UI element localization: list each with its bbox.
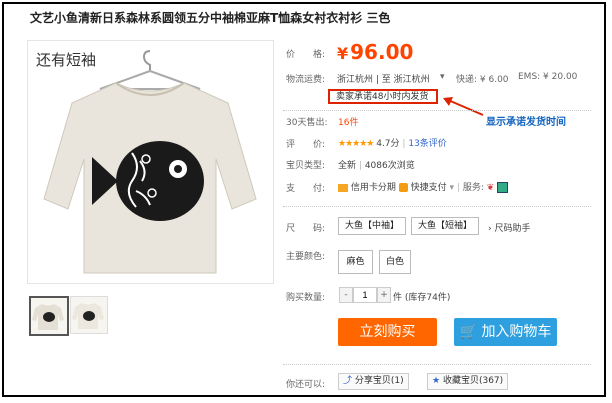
size-helper-label: 尺码助手 bbox=[494, 224, 531, 234]
payment-label: 支 付: bbox=[286, 184, 326, 194]
product-main-image[interactable]: 还有短袖 bbox=[27, 40, 274, 284]
price-value: 96.00 bbox=[350, 40, 414, 64]
add-to-cart-button[interactable]: 🛒 加入购物车 bbox=[454, 318, 557, 346]
rating-reviews-link[interactable]: 13条评价 bbox=[408, 139, 446, 149]
payment-methods: 信用卡分期 快捷支付 ▾ | 服务: ❦ bbox=[338, 180, 509, 193]
size-option-short-sleeve[interactable]: 大鱼【短袖】 bbox=[411, 217, 479, 235]
payment-more-icon[interactable]: ▾ bbox=[450, 183, 455, 193]
quantity-increase-button[interactable]: + bbox=[377, 287, 391, 303]
quantity-label: 购买数量: bbox=[286, 293, 326, 303]
annotation-arrow-icon bbox=[443, 97, 484, 116]
cart-icon: 🛒 bbox=[459, 324, 477, 340]
rating-score: 4.7分 bbox=[376, 139, 400, 149]
color-option-white[interactable]: 白色 bbox=[379, 250, 411, 274]
size-label: 尺 码: bbox=[286, 224, 326, 234]
delivery-commitment: 卖家承诺48小时内发货 bbox=[328, 89, 438, 104]
price-label: 价 格: bbox=[286, 50, 326, 60]
quantity-decrease-button[interactable]: - bbox=[339, 287, 353, 303]
sales-value: 16件 bbox=[338, 118, 359, 128]
size-helper-icon: › bbox=[488, 224, 492, 234]
color-option-linen[interactable]: 麻色 bbox=[338, 250, 373, 274]
divider bbox=[283, 110, 591, 111]
shirt-illustration bbox=[28, 41, 273, 283]
condition: 全新 bbox=[338, 161, 357, 171]
service-label: 服务: bbox=[462, 183, 484, 193]
type-separator: | bbox=[358, 161, 362, 171]
service-badge-icon[interactable]: ❦ bbox=[487, 183, 495, 193]
add-to-cart-label: 加入购物车 bbox=[481, 324, 552, 340]
share-label: 分享宝贝(1) bbox=[354, 376, 404, 386]
image-overlay-text: 还有短袖 bbox=[36, 51, 97, 69]
ems-fee: EMS: ¥ 20.00 bbox=[518, 72, 578, 82]
thumbnail-1[interactable] bbox=[29, 296, 69, 336]
rating-separator: | bbox=[402, 139, 406, 149]
credit-installment[interactable]: 信用卡分期 bbox=[351, 183, 396, 193]
rating-stars: ★★★★★ bbox=[338, 139, 374, 149]
shipping-route[interactable]: 浙江杭州 | 至 浙江杭州 bbox=[337, 72, 430, 85]
shipping-route-arrow: ▾ bbox=[440, 72, 445, 82]
rating: ★★★★★ 4.7分 | 13条评价 bbox=[338, 136, 447, 149]
price: ¥96.00 bbox=[337, 40, 413, 64]
type-info: 全新 | 4086次浏览 bbox=[338, 158, 415, 171]
product-title: 文艺小鱼清新日系森林系圆领五分中袖棉亚麻T恤森女衬衣衬衫 三色 bbox=[30, 11, 391, 25]
service-guarantee-icon[interactable] bbox=[497, 182, 509, 193]
payment-separator: | bbox=[456, 183, 460, 193]
star-icon: ★ bbox=[432, 376, 441, 386]
annotation-text: 显示承诺发货时间 bbox=[486, 117, 566, 128]
fast-pay-icon bbox=[398, 183, 408, 192]
currency-symbol: ¥ bbox=[337, 44, 349, 63]
thumbnail-2[interactable] bbox=[70, 296, 108, 334]
size-option-medium-sleeve[interactable]: 大鱼【中袖】 bbox=[338, 217, 406, 235]
size-helper-link[interactable]: › 尺码助手 bbox=[488, 221, 531, 234]
thumbnail-shirt-icon bbox=[32, 304, 64, 330]
views: 4086次浏览 bbox=[364, 161, 415, 171]
share-icon: ⤴ bbox=[343, 376, 353, 386]
type-label: 宝贝类型: bbox=[286, 161, 326, 171]
stock-info: 件 (库存74件) bbox=[393, 293, 451, 303]
rating-label: 评 价: bbox=[286, 140, 326, 150]
thumbnail-shirt-icon bbox=[72, 303, 104, 329]
social-label: 你还可以: bbox=[286, 380, 326, 390]
favorite-label: 收藏宝贝(367) bbox=[442, 376, 504, 386]
fast-pay[interactable]: 快捷支付 bbox=[411, 183, 447, 193]
favorite-button[interactable]: ★ 收藏宝贝(367) bbox=[427, 373, 509, 390]
divider bbox=[283, 364, 591, 365]
quantity-input[interactable] bbox=[353, 287, 377, 303]
divider bbox=[283, 206, 591, 207]
credit-card-icon bbox=[338, 183, 348, 192]
color-label: 主要颜色: bbox=[286, 252, 326, 262]
shipping-label: 物流运费: bbox=[286, 75, 326, 85]
buy-now-button[interactable]: 立刻购买 bbox=[338, 318, 437, 346]
sales-label: 30天售出: bbox=[286, 118, 328, 128]
express-fee: 快递: ¥ 6.00 bbox=[456, 75, 509, 85]
share-button[interactable]: ⤴ 分享宝贝(1) bbox=[338, 373, 409, 390]
